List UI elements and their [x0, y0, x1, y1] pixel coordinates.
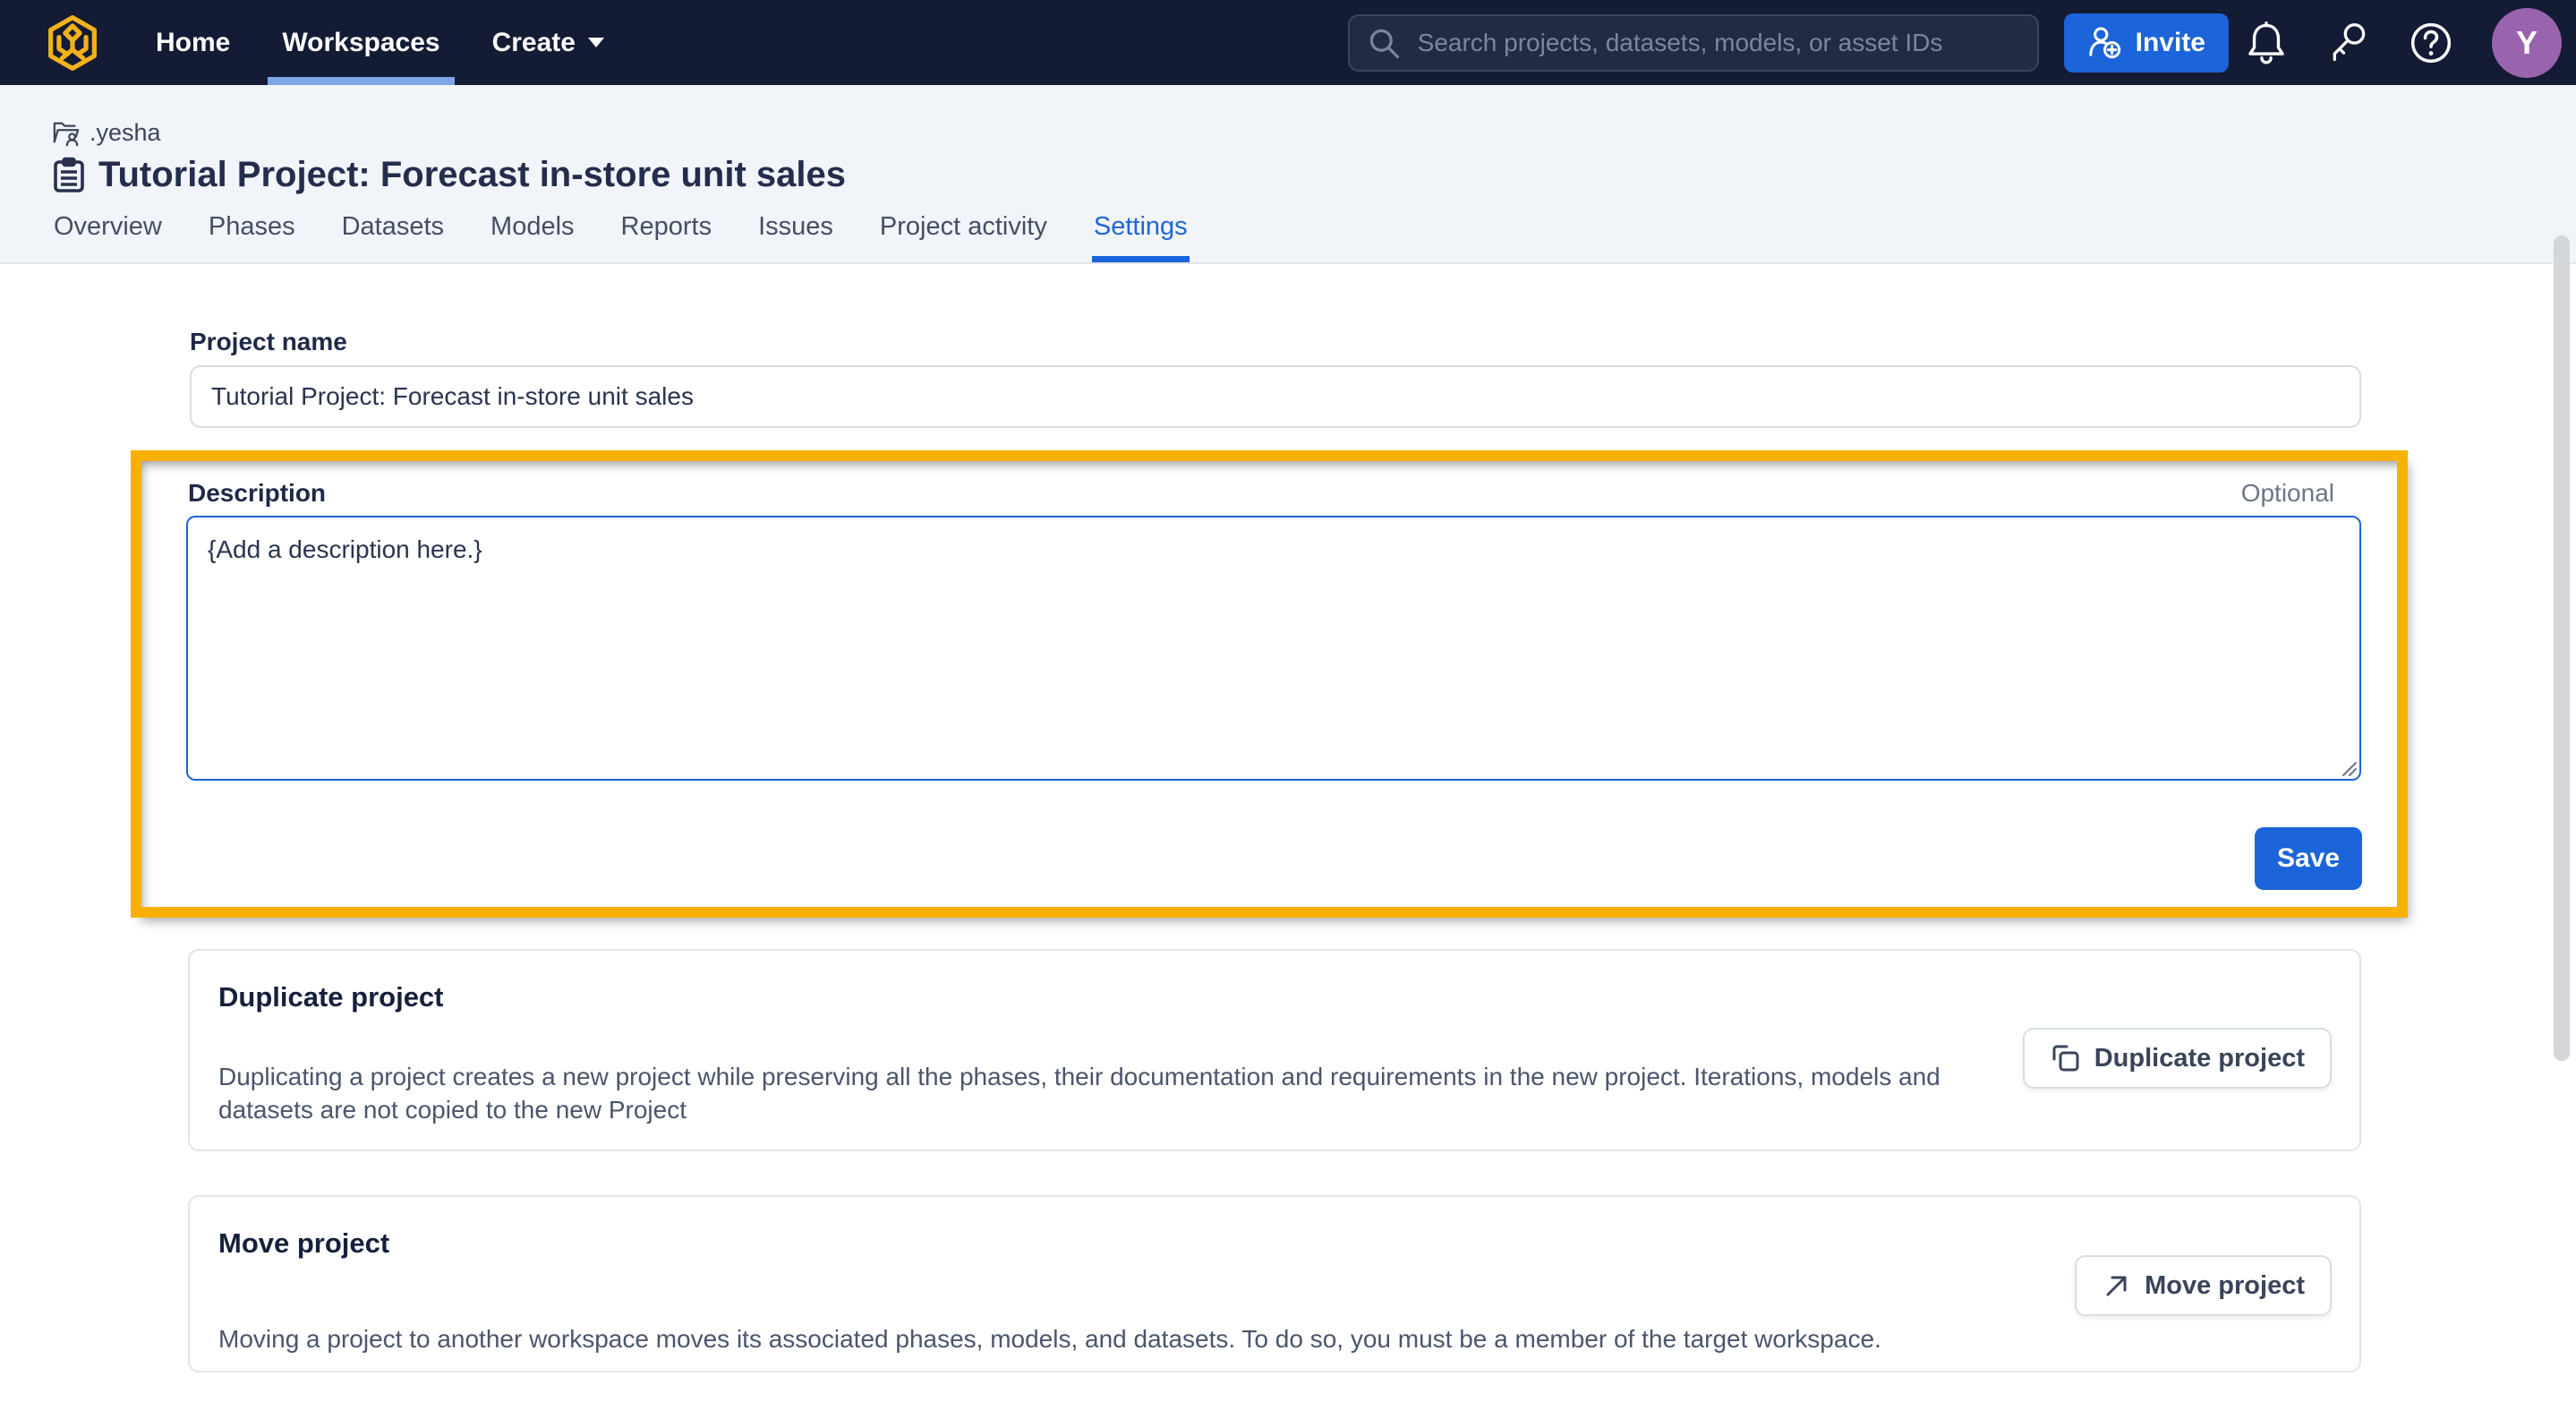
project-name-label: Project name	[190, 328, 347, 356]
user-avatar[interactable]: Y	[2492, 8, 2562, 78]
tab-overview[interactable]: Overview	[52, 212, 164, 262]
nav-workspaces[interactable]: Workspaces	[268, 0, 454, 85]
page-title: Tutorial Project: Forecast in-store unit…	[98, 155, 846, 195]
tab-phases[interactable]: Phases	[207, 212, 297, 262]
move-project-button-label: Move project	[2145, 1271, 2305, 1301]
search-icon	[1366, 25, 1402, 61]
move-project-title: Move project	[218, 1227, 389, 1260]
global-search	[1348, 14, 2039, 72]
duplicate-project-title: Duplicate project	[218, 981, 444, 1013]
folder-user-icon	[52, 120, 81, 147]
project-name-input[interactable]	[190, 365, 2361, 428]
user-avatar-initial: Y	[2516, 24, 2538, 62]
breadcrumb[interactable]: .yesha	[52, 119, 161, 147]
help-icon[interactable]	[2406, 18, 2456, 68]
duplicate-project-card: Duplicate project Duplicating a project …	[188, 949, 2361, 1151]
duplicate-project-description: Duplicating a project creates a new proj…	[218, 1060, 1968, 1126]
nav-home-label: Home	[156, 28, 230, 58]
move-project-button[interactable]: Move project	[2075, 1255, 2332, 1316]
clipboard-icon	[52, 157, 86, 194]
tab-datasets[interactable]: Datasets	[340, 212, 446, 262]
api-key-icon[interactable]	[2324, 18, 2374, 68]
app-logo-icon[interactable]	[47, 14, 98, 72]
project-header: .yesha Tutorial Project: Forecast in-sto…	[0, 85, 2576, 264]
tab-settings[interactable]: Settings	[1092, 212, 1190, 262]
move-project-description: Moving a project to another workspace mo…	[218, 1322, 1881, 1355]
invite-button[interactable]: Invite	[2064, 13, 2229, 73]
app-root: Home Workspaces Create	[0, 0, 2576, 1402]
page-scrollbar-thumb[interactable]	[2554, 235, 2570, 1061]
nav-create[interactable]: Create	[478, 0, 618, 85]
duplicate-project-button[interactable]: Duplicate project	[2023, 1028, 2332, 1089]
top-navigation: Home Workspaces Create	[0, 0, 2576, 85]
move-project-card: Move project Moving a project to another…	[188, 1195, 2361, 1372]
primary-nav: Home Workspaces Create	[141, 0, 618, 85]
description-label: Description	[188, 479, 326, 508]
nav-home[interactable]: Home	[141, 0, 244, 85]
description-textarea[interactable]: {Add a description here.}	[186, 516, 2361, 781]
chevron-down-icon	[588, 38, 604, 47]
invite-button-label: Invite	[2136, 28, 2205, 58]
tab-project-activity[interactable]: Project activity	[878, 212, 1049, 262]
breadcrumb-workspace-name: .yesha	[90, 119, 161, 147]
project-title-row: Tutorial Project: Forecast in-store unit…	[52, 155, 846, 195]
active-nav-underline	[268, 77, 454, 85]
save-button[interactable]: Save	[2255, 827, 2362, 890]
person-add-icon	[2087, 26, 2123, 60]
tab-reports[interactable]: Reports	[619, 212, 714, 262]
nav-icon-bar	[2241, 18, 2456, 68]
arrow-up-right-icon	[2102, 1270, 2132, 1301]
notifications-bell-icon[interactable]	[2241, 18, 2291, 68]
copy-squares-icon	[2050, 1042, 2082, 1074]
tab-issues[interactable]: Issues	[756, 212, 835, 262]
description-highlight-box: Description Optional {Add a description …	[131, 450, 2408, 918]
description-optional-label: Optional	[2241, 479, 2334, 508]
search-input[interactable]	[1416, 28, 2021, 58]
tab-models[interactable]: Models	[489, 212, 576, 262]
duplicate-project-button-label: Duplicate project	[2094, 1044, 2305, 1073]
project-tabs: Overview Phases Datasets Models Reports …	[52, 212, 1190, 262]
resize-handle-icon[interactable]	[2336, 756, 2359, 779]
nav-workspaces-label: Workspaces	[282, 28, 439, 58]
nav-create-label: Create	[492, 28, 576, 58]
